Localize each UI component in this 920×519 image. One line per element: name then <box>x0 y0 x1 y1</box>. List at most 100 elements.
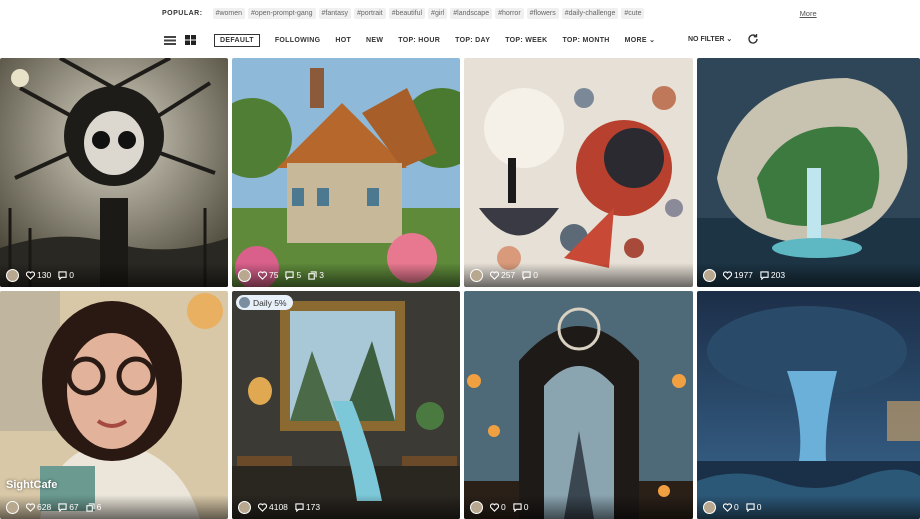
comment-icon <box>285 270 295 280</box>
tab-new[interactable]: NEW <box>366 37 383 44</box>
like-count-value: 628 <box>37 502 52 512</box>
image-card[interactable]: 1977 203 <box>697 58 920 287</box>
avatar[interactable] <box>238 500 251 514</box>
tab-top-week[interactable]: TOP: WEEK <box>505 37 547 44</box>
tab-top-hour[interactable]: TOP: HOUR <box>398 37 440 44</box>
heart-icon <box>723 270 732 280</box>
comment-count[interactable]: 0 <box>513 502 529 512</box>
like-count[interactable]: 4108 <box>258 502 288 512</box>
image-card[interactable]: 75 5 3 <box>232 58 460 287</box>
comment-count[interactable]: 203 <box>760 270 785 280</box>
card-stats: 628 67 6 <box>0 495 228 519</box>
comment-count-value: 0 <box>533 270 538 280</box>
comment-count-value: 0 <box>756 502 762 512</box>
like-count-value: 4108 <box>269 502 288 512</box>
filter-label: NO FILTER <box>688 36 725 43</box>
tag-fantasy[interactable]: #fantasy <box>318 7 351 19</box>
image-card[interactable]: 257 0 <box>464 58 693 287</box>
tag-cute[interactable]: #cute <box>621 7 645 19</box>
like-count-value: 1977 <box>734 270 753 280</box>
artwork-shell-waterfall <box>697 58 920 287</box>
artwork-framed-waterfall <box>232 291 460 519</box>
artwork-ornate-gate <box>464 291 693 519</box>
comment-icon <box>513 502 522 512</box>
tag-landscape[interactable]: #landscape <box>450 7 493 19</box>
tag-women[interactable]: #women <box>212 7 246 19</box>
remix-count-value: 6 <box>96 502 102 512</box>
image-card[interactable]: 130 0 <box>0 58 228 287</box>
daily-challenge-badge[interactable]: Daily 5% <box>236 295 293 310</box>
like-count-value: 257 <box>501 270 516 280</box>
comment-count[interactable]: 5 <box>285 270 301 280</box>
heart-icon <box>258 270 267 280</box>
image-card[interactable]: 0 0 <box>464 291 693 519</box>
avatar[interactable] <box>470 268 483 282</box>
tab-following[interactable]: FOLLOWING <box>275 37 320 44</box>
comment-count-value: 0 <box>69 270 74 280</box>
image-card[interactable]: 0 0 <box>697 291 920 519</box>
comment-count-value: 173 <box>305 502 321 512</box>
comment-count-value: 5 <box>296 270 302 280</box>
like-count-value: 130 <box>37 270 52 280</box>
tab-more[interactable]: MORE ⌄ <box>625 36 656 44</box>
avatar[interactable] <box>6 500 19 514</box>
comment-icon <box>760 270 769 280</box>
comment-count[interactable]: 67 <box>58 502 79 512</box>
tag-portrait[interactable]: #portrait <box>354 7 386 19</box>
comment-count[interactable]: 0 <box>522 270 538 280</box>
comment-count-value: 203 <box>770 270 786 280</box>
list-view-icon[interactable] <box>164 35 176 45</box>
like-count[interactable]: 628 <box>26 502 51 512</box>
sort-toolbar: DEFAULT FOLLOWING HOT NEW TOP: HOUR TOP:… <box>0 30 920 50</box>
tag-flowers[interactable]: #flowers <box>526 7 559 19</box>
comment-count[interactable]: 0 <box>58 270 74 280</box>
like-count[interactable]: 130 <box>26 270 51 280</box>
more-tags-link[interactable]: More <box>800 9 817 18</box>
filter-dropdown[interactable]: NO FILTER ⌄ <box>688 35 732 43</box>
card-stats: 1977 203 <box>697 263 920 287</box>
comment-count-value: 0 <box>523 502 529 512</box>
remix-count[interactable]: 3 <box>308 270 324 280</box>
image-card[interactable]: Daily 5% 4108 173 <box>232 291 460 519</box>
comment-count-value: 67 <box>69 502 79 512</box>
like-count[interactable]: 75 <box>258 270 278 280</box>
tab-more-label: MORE <box>624 37 647 44</box>
avatar[interactable] <box>470 500 483 514</box>
tag-list: #women #open-prompt-gang #fantasy #portr… <box>212 7 778 19</box>
artwork-cottage <box>232 58 460 287</box>
card-stats: 0 0 <box>697 495 920 519</box>
watermark-label: SightCafe <box>6 479 58 491</box>
tab-hot[interactable]: HOT <box>335 37 351 44</box>
tag-open-prompt-gang[interactable]: #open-prompt-gang <box>248 7 316 19</box>
like-count[interactable]: 1977 <box>723 270 753 280</box>
comment-count[interactable]: 173 <box>295 502 320 512</box>
tab-top-day[interactable]: TOP: DAY <box>455 37 490 44</box>
tag-girl[interactable]: #girl <box>428 7 448 19</box>
avatar[interactable] <box>238 268 251 282</box>
grid-view-icon[interactable] <box>184 35 196 45</box>
like-count-value: 75 <box>269 270 279 280</box>
card-stats: 0 0 <box>464 495 693 519</box>
tag-horror[interactable]: #horror <box>495 7 524 19</box>
like-count[interactable]: 0 <box>490 502 506 512</box>
tab-top-month[interactable]: TOP: MONTH <box>562 37 609 44</box>
comment-icon <box>58 270 67 280</box>
image-stack-icon <box>86 502 95 512</box>
avatar[interactable] <box>6 268 19 282</box>
tag-beautiful[interactable]: #beautiful <box>388 7 426 19</box>
comment-count[interactable]: 0 <box>746 502 762 512</box>
refresh-icon[interactable] <box>747 32 759 44</box>
remix-count[interactable]: 6 <box>86 502 102 512</box>
like-count[interactable]: 0 <box>723 502 739 512</box>
image-card[interactable]: SightCafe 628 67 6 <box>0 291 228 519</box>
like-count[interactable]: 257 <box>490 270 515 280</box>
artwork-storm-sea <box>697 291 920 519</box>
comment-icon <box>522 270 531 280</box>
avatar[interactable] <box>703 268 716 282</box>
avatar[interactable] <box>703 500 716 514</box>
popular-tags-bar: POPULAR: #women #open-prompt-gang #fanta… <box>0 0 920 26</box>
tab-default[interactable]: DEFAULT <box>214 33 260 47</box>
heart-icon <box>490 502 499 512</box>
tag-daily-challenge[interactable]: #daily-challenge <box>561 7 619 19</box>
comment-icon <box>746 502 755 512</box>
